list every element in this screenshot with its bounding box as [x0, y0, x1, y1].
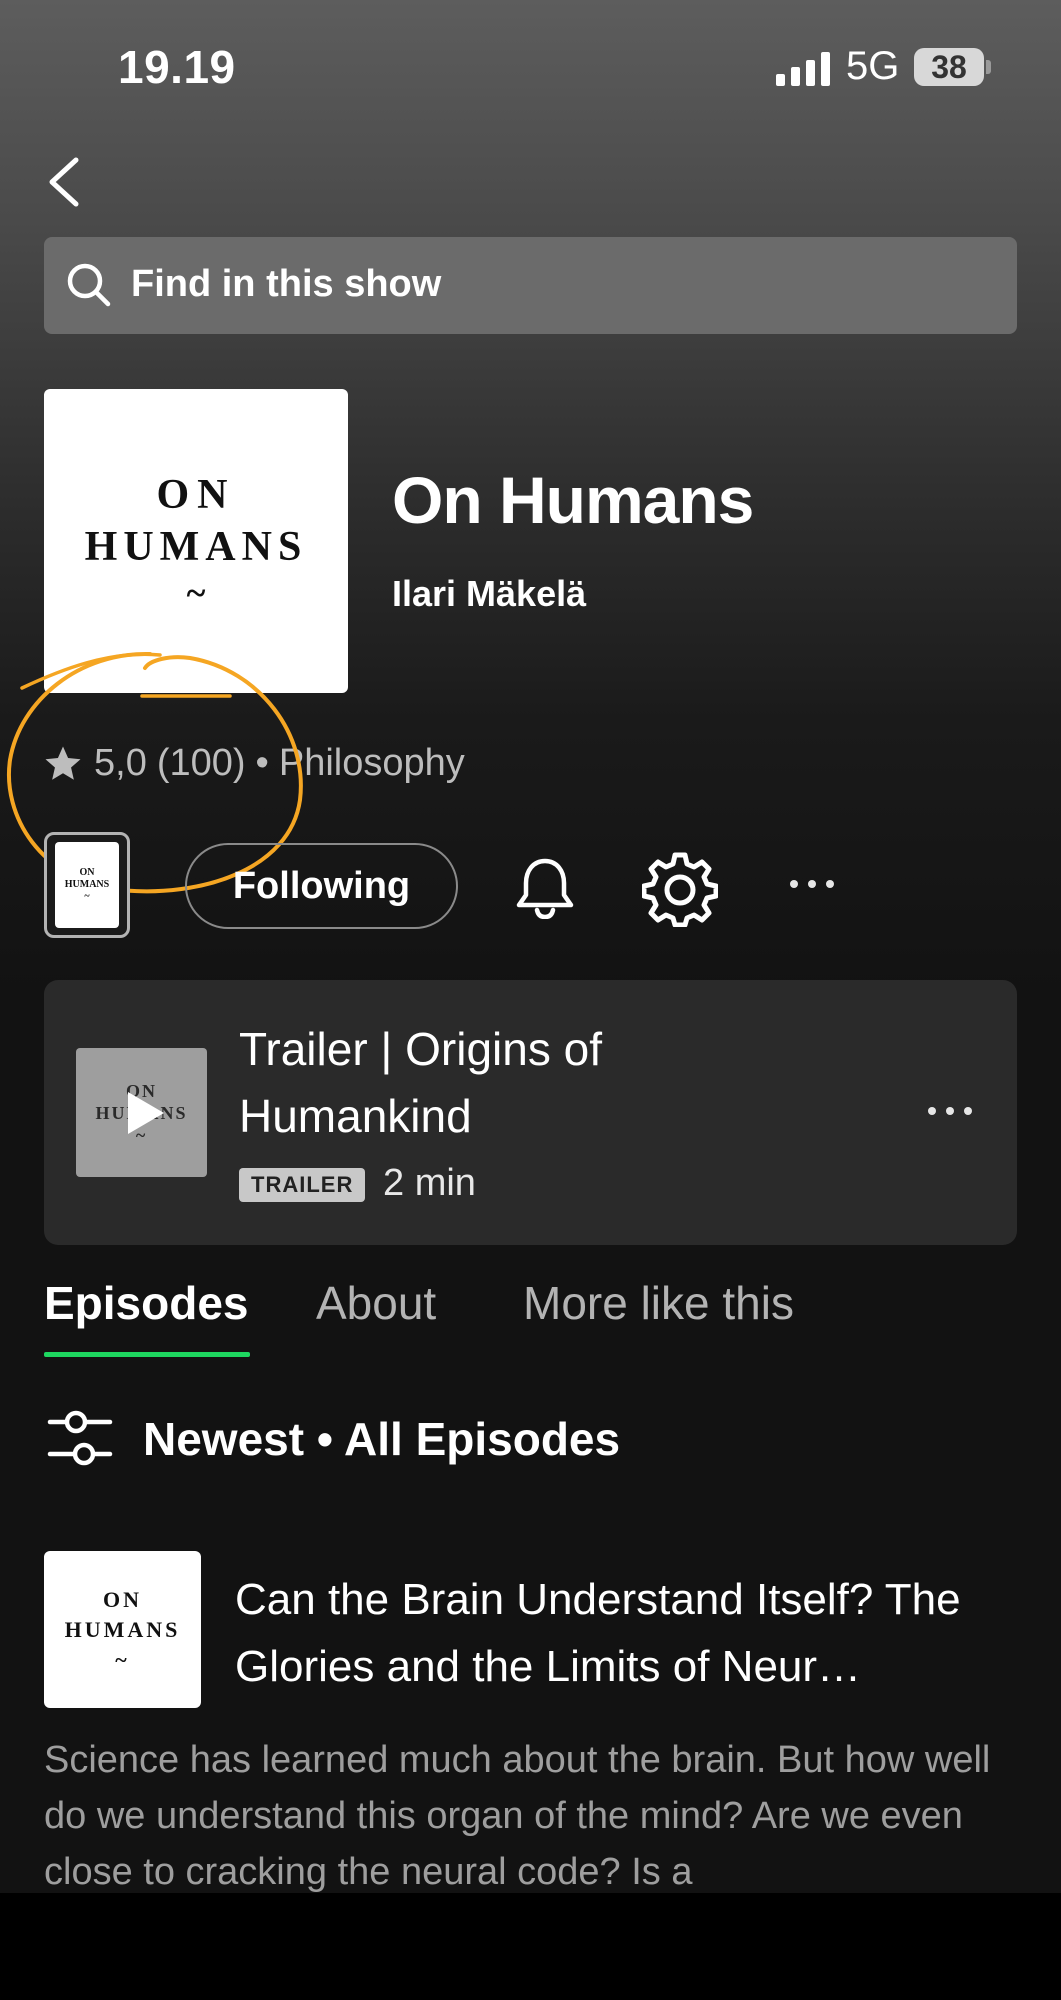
battery-icon: 38	[914, 48, 984, 86]
episode-description: Science has learned much about the brain…	[44, 1739, 991, 1893]
bell-icon[interactable]	[514, 855, 576, 919]
search-placeholder: Find in this show	[131, 263, 442, 305]
show-cover: ON HUMANS ~	[44, 389, 348, 693]
trailer-badge: TRAILER	[239, 1168, 366, 1202]
tab-more-like-this[interactable]: More like this	[523, 1276, 794, 1330]
show-title: On Humans	[392, 463, 754, 537]
separator: •	[255, 742, 269, 784]
category-label[interactable]: Philosophy	[279, 742, 465, 785]
star-icon	[45, 746, 81, 780]
signal-icon	[776, 50, 830, 86]
show-author[interactable]: Ilari Mäkelä	[392, 573, 586, 615]
following-button[interactable]: Following	[185, 843, 458, 929]
status-time: 19.19	[118, 41, 236, 93]
episode-cover[interactable]: ON HUMANS ~	[44, 1551, 201, 1708]
active-tab-indicator	[44, 1352, 250, 1357]
cover-line: ~	[186, 573, 206, 613]
episode-cover-line: HUMANS	[64, 1616, 181, 1642]
search-icon	[67, 263, 111, 307]
tab-about[interactable]: About	[316, 1276, 436, 1330]
trailer-more-icon[interactable]	[928, 1107, 972, 1115]
trailer-title: Trailer | Origins of Humankind	[239, 1023, 602, 1142]
trailer-duration: 2 min	[383, 1162, 476, 1204]
mini-cover-line: ~	[84, 891, 90, 902]
mini-cover-line: HUMANS	[64, 879, 110, 890]
network-label: 5G	[846, 44, 900, 88]
filter-icon[interactable]	[46, 1408, 114, 1468]
bottom-bar	[0, 1893, 1061, 2000]
rating-value: 5,0	[94, 742, 147, 784]
mini-cover-line: ON	[79, 867, 95, 878]
episode-title[interactable]: Can the Brain Understand Itself? The Glo…	[235, 1566, 1025, 1700]
mini-cover-button[interactable]: ON HUMANS ~	[44, 832, 130, 938]
battery-cap	[986, 60, 991, 74]
episode-cover-line: ON	[103, 1586, 142, 1612]
cover-line: ON	[156, 472, 236, 518]
filter-label[interactable]: Newest • All Episodes	[143, 1412, 620, 1466]
rating-count: (100)	[156, 742, 246, 784]
rating-row[interactable]: 5,0 (100) • Philosophy	[42, 742, 465, 785]
episode-cover-line: ~	[115, 1646, 130, 1672]
gear-icon[interactable]	[642, 851, 718, 927]
mini-cover-art: ON HUMANS ~	[55, 842, 119, 928]
tab-episodes[interactable]: Episodes	[44, 1276, 249, 1330]
play-icon[interactable]	[124, 1090, 166, 1136]
more-icon[interactable]	[790, 880, 840, 892]
back-icon[interactable]	[42, 156, 86, 208]
cover-line: HUMANS	[84, 524, 308, 570]
